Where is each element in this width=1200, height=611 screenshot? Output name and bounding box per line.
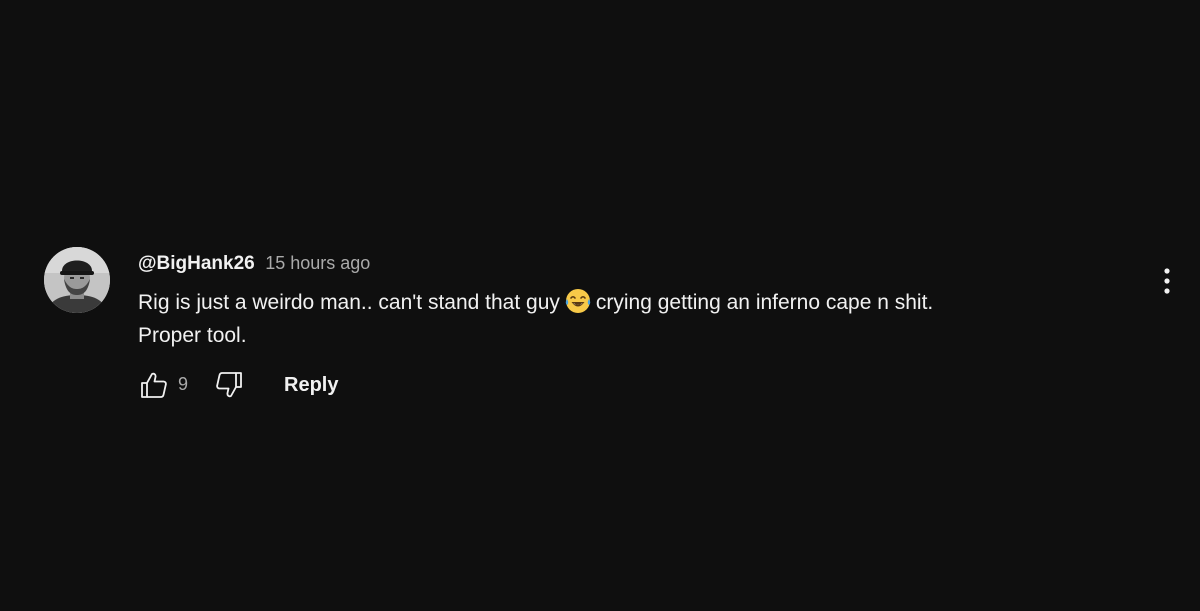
- comment-text-line-2: Proper tool.: [138, 324, 247, 347]
- thumbs-down-icon: [216, 372, 242, 398]
- comment-text: Rig is just a weirdo man.. can't stand t…: [138, 286, 1038, 352]
- like-count: 9: [178, 374, 189, 394]
- comments-page: @BigHank26 15 hours ago Rig is just a we…: [0, 0, 1200, 611]
- comment-menu-button[interactable]: [1150, 261, 1184, 301]
- laughing-crying-emoji-icon: [564, 287, 592, 315]
- avatar[interactable]: [44, 247, 110, 313]
- comment-text-part-1: Rig is just a weirdo man.. can't stand t…: [138, 291, 560, 314]
- author-name[interactable]: @BigHank26: [138, 253, 255, 274]
- comment-actions: 9 Reply: [134, 365, 534, 405]
- comment-header: @BigHank26 15 hours ago: [138, 250, 370, 278]
- thumbs-up-icon: [141, 372, 167, 398]
- comment-text-part-2: crying getting an inferno cape n shit.: [595, 291, 934, 314]
- reply-button[interactable]: Reply: [282, 367, 340, 403]
- more-vert-icon: [1164, 268, 1170, 294]
- like-button[interactable]: [134, 365, 174, 405]
- dislike-button[interactable]: [209, 365, 249, 405]
- comment-timestamp[interactable]: 15 hours ago: [265, 253, 370, 273]
